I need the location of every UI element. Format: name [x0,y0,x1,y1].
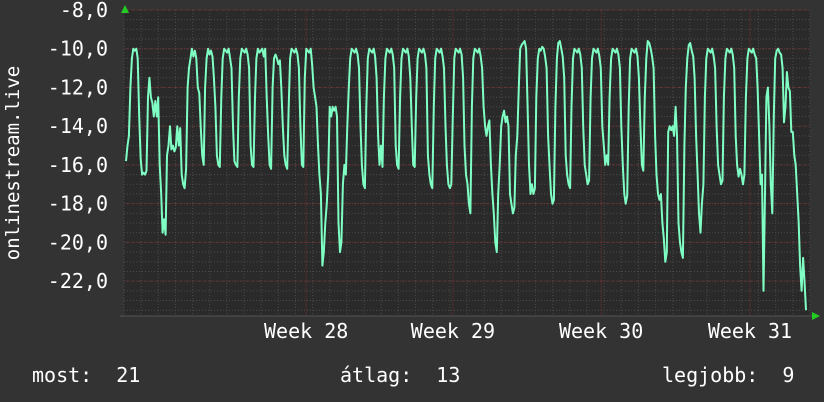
y-tick-label: -8,0 [60,0,108,22]
stat-avg-value: 13 [436,363,460,387]
stat-now-label: most: [32,363,92,387]
x-tick-label: Week 31 [708,319,792,343]
stat-avg: átlag: 13 [340,363,460,387]
y-tick-label: -18,0 [48,192,108,216]
y-tick-label: -12,0 [48,75,108,99]
stat-avg-label: átlag: [340,363,412,387]
y-tick-label: -10,0 [48,37,108,61]
x-tick-label: Week 29 [411,319,495,343]
stat-now: most: 21 [32,363,140,387]
y-axis-label: onlinestream.live [2,66,24,260]
x-tick-label: Week 30 [559,319,643,343]
x-tick-label: Week 28 [264,319,348,343]
y-tick-label: -14,0 [48,114,108,138]
y-tick-label: -20,0 [48,230,108,254]
y-tick-label: -16,0 [48,153,108,177]
line-chart: -8,0-10,0-12,0-14,0-16,0-18,0-20,0-22,0 … [0,0,824,402]
stat-best-value: 9 [782,363,794,387]
chart-container: -8,0 -10,0 -12,0 -14,0 -16,0 -18,0 -20,0 -22,0 … [0,0,824,402]
stat-now-value: 21 [116,363,140,387]
stat-best-label: legjobb: [662,363,758,387]
y-tick-label: -22,0 [48,269,108,293]
